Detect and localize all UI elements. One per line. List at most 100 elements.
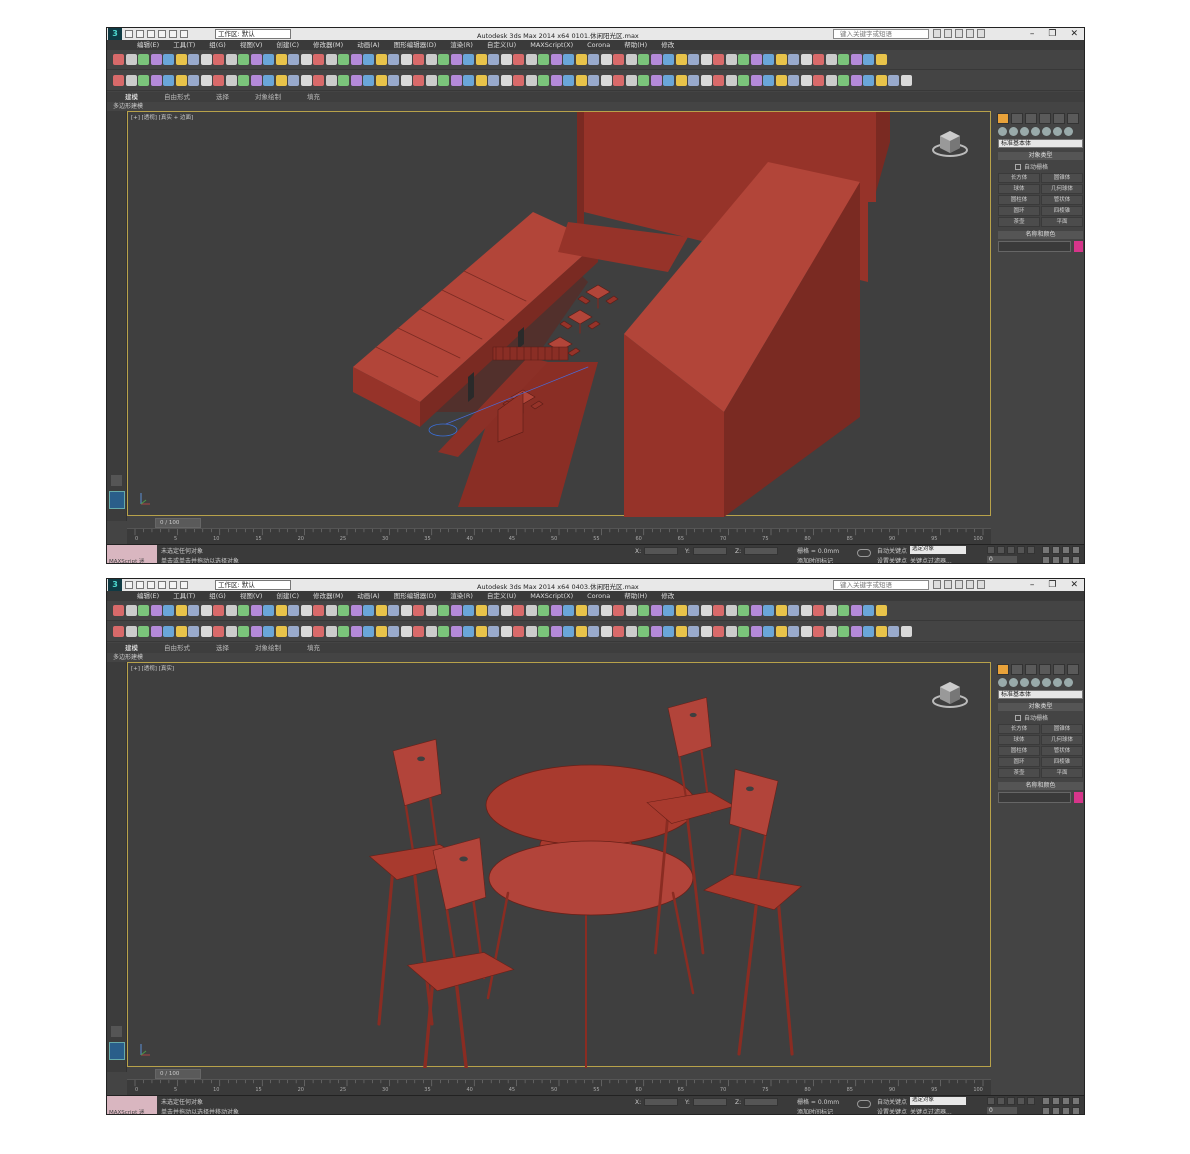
modify-tab-icon[interactable]	[1011, 113, 1023, 124]
create-object-button[interactable]: 圆环	[998, 206, 1040, 216]
coord-y[interactable]: Y:	[685, 547, 727, 555]
coord-x[interactable]: X:	[635, 547, 679, 555]
cameras-icon[interactable]	[1031, 678, 1040, 687]
selection-set-dropdown[interactable]: 选定对象	[910, 1097, 966, 1105]
toolbar-tool-icon[interactable]	[363, 75, 374, 86]
toolbar-tool-icon[interactable]	[213, 626, 224, 637]
toolbar-tool-icon[interactable]	[788, 605, 799, 616]
create-object-button[interactable]: 球体	[998, 184, 1040, 194]
toolbar-tool-icon[interactable]	[450, 54, 462, 65]
toolbar-tool-icon[interactable]	[575, 75, 587, 86]
toolbar-tool-icon[interactable]	[550, 54, 562, 65]
subscription-icon[interactable]	[944, 29, 952, 38]
toolbar-tool-icon[interactable]	[300, 75, 312, 86]
toolbar-tool-icon[interactable]	[325, 605, 337, 616]
toolbar-tool-icon[interactable]	[638, 54, 649, 65]
key-filters-button[interactable]: 关键点过滤器...	[910, 556, 952, 563]
toolbar-tool-icon[interactable]	[175, 605, 187, 616]
menu-item[interactable]: 帮助(H)	[624, 40, 647, 50]
toolbar-tool-icon[interactable]	[713, 605, 724, 616]
communication-icon[interactable]	[955, 580, 963, 589]
toolbar-tool-icon[interactable]	[525, 75, 537, 86]
toolbar-tool-icon[interactable]	[338, 54, 349, 65]
toolbar-tool-icon[interactable]	[750, 75, 762, 86]
toolbar-tool-icon[interactable]	[738, 54, 749, 65]
play-icon[interactable]	[1007, 1097, 1015, 1105]
toolbar-tool-icon[interactable]	[500, 626, 512, 637]
toolbar-tool-icon[interactable]	[700, 605, 712, 616]
create-object-button[interactable]: 圆锥体	[1041, 724, 1083, 734]
toolbar-tool-icon[interactable]	[463, 605, 474, 616]
create-object-button[interactable]: 平面	[1041, 768, 1083, 778]
toolbar-tool-icon[interactable]	[825, 626, 837, 637]
toolbar-tool-icon[interactable]	[288, 75, 299, 86]
create-object-button[interactable]: 平面	[1041, 217, 1083, 227]
toolbar-tool-icon[interactable]	[813, 54, 824, 65]
toolbar-tool-icon[interactable]	[538, 605, 549, 616]
toolbar-tool-icon[interactable]	[500, 54, 512, 65]
toolbar-tool-icon[interactable]	[213, 54, 224, 65]
zoom-all-icon[interactable]	[1052, 1097, 1060, 1105]
toolbar-tool-icon[interactable]	[663, 54, 674, 65]
toolbar-tool-icon[interactable]	[513, 75, 524, 86]
toolbar-tool-icon[interactable]	[263, 54, 274, 65]
toolbar-tool-icon[interactable]	[275, 626, 287, 637]
toolbar-tool-icon[interactable]	[588, 626, 599, 637]
pan-icon[interactable]	[1052, 556, 1060, 563]
toolbar-tool-icon[interactable]	[200, 75, 212, 86]
toolbar-tool-icon[interactable]	[413, 75, 424, 86]
toolbar-tool-icon[interactable]	[738, 605, 749, 616]
menu-item[interactable]: 修改器(M)	[313, 40, 343, 50]
viewport-label[interactable]: [+] [透视] [真实]	[131, 664, 174, 672]
toolbar-tool-icon[interactable]	[713, 54, 724, 65]
toolbar-tool-icon[interactable]	[763, 75, 774, 86]
toolbar-tool-icon[interactable]	[488, 605, 499, 616]
minimize-icon[interactable]: –	[1030, 579, 1035, 591]
toolbar-tool-icon[interactable]	[263, 605, 274, 616]
toolbar-tool-icon[interactable]	[463, 75, 474, 86]
toolbar-tool-icon[interactable]	[438, 626, 449, 637]
menu-item[interactable]: 帮助(H)	[624, 591, 647, 601]
toolbar-tool-icon[interactable]	[388, 54, 399, 65]
toolbar-tool-icon[interactable]	[125, 75, 137, 86]
prev-frame-icon[interactable]	[997, 1097, 1005, 1105]
ribbon-tab[interactable]: 自由形式	[164, 643, 190, 653]
toolbar-tool-icon[interactable]	[175, 626, 187, 637]
next-frame-icon[interactable]	[1017, 546, 1025, 554]
maximize-viewport-icon[interactable]	[1072, 556, 1080, 563]
toolbar-tool-icon[interactable]	[650, 54, 662, 65]
play-icon[interactable]	[1007, 546, 1015, 554]
restore-icon[interactable]: ❐	[1048, 28, 1056, 40]
time-slider[interactable]: 0 / 100	[155, 518, 201, 528]
expand-icon[interactable]	[111, 475, 122, 486]
toolbar-tool-icon[interactable]	[875, 54, 887, 65]
toolbar-tool-icon[interactable]	[588, 54, 599, 65]
go-end-icon[interactable]	[1027, 546, 1035, 554]
project-icon[interactable]	[180, 30, 188, 38]
close-icon[interactable]: ✕	[1070, 28, 1078, 40]
toolbar-tool-icon[interactable]	[400, 54, 412, 65]
search-icon[interactable]	[933, 580, 941, 589]
menu-item[interactable]: Corona	[587, 591, 610, 601]
zoom-all-icon[interactable]	[1052, 546, 1060, 554]
create-object-button[interactable]: 茶壶	[998, 768, 1040, 778]
toolbar-tool-icon[interactable]	[613, 54, 624, 65]
toolbar-tool-icon[interactable]	[138, 605, 149, 616]
toolbar-tool-icon[interactable]	[450, 626, 462, 637]
toolbar-tool-icon[interactable]	[363, 626, 374, 637]
toolbar-tool-icon[interactable]	[175, 54, 187, 65]
spacewarps-icon[interactable]	[1053, 678, 1062, 687]
fov-icon[interactable]	[1042, 556, 1050, 563]
menu-item[interactable]: 组(G)	[209, 591, 226, 601]
new-icon[interactable]	[125, 581, 133, 589]
utilities-tab-icon[interactable]	[1067, 664, 1079, 675]
toolbar-tool-icon[interactable]	[263, 626, 274, 637]
toolbar-tool-icon[interactable]	[513, 54, 524, 65]
toolbar-tool-icon[interactable]	[400, 605, 412, 616]
menu-item[interactable]: 创建(C)	[276, 40, 299, 50]
key-icon[interactable]	[857, 1100, 871, 1108]
object-name-input[interactable]	[998, 792, 1071, 803]
toolbar-tool-icon[interactable]	[213, 605, 224, 616]
display-tab-icon[interactable]	[1053, 113, 1065, 124]
toolbar-tool-icon[interactable]	[325, 75, 337, 86]
